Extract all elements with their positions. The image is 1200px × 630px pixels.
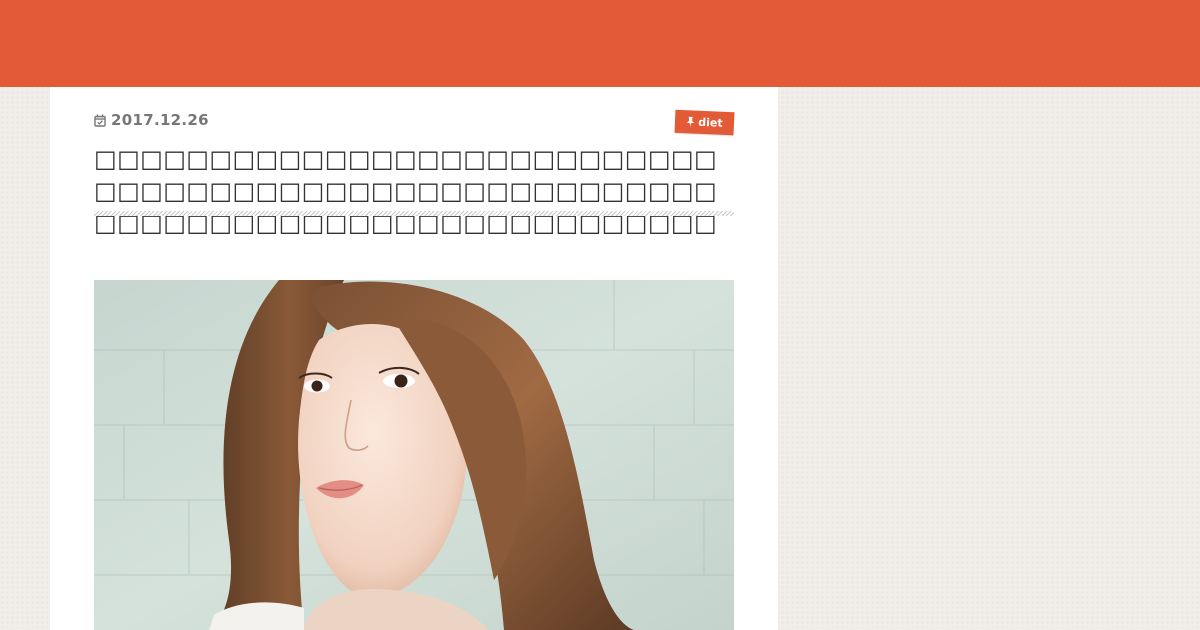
sidebar [778,87,1200,630]
pin-icon [686,112,696,131]
post-date: 2017.12.26 [111,111,209,129]
title-divider [94,211,734,216]
category-badge[interactable]: diet [674,109,735,136]
article: 2017.12.26 diet □□□□□□□□□□□□□□□□□□□□□□□□… [50,87,778,630]
post-title: □□□□□□□□□□□□□□□□□□□□□□□□□□□□□□□□□□□□□□□□… [94,145,718,237]
category-label: diet [698,115,723,130]
calendar-check-icon [94,114,106,127]
site-header [0,0,1200,87]
featured-image [94,280,734,630]
post-meta: 2017.12.26 [94,111,209,129]
